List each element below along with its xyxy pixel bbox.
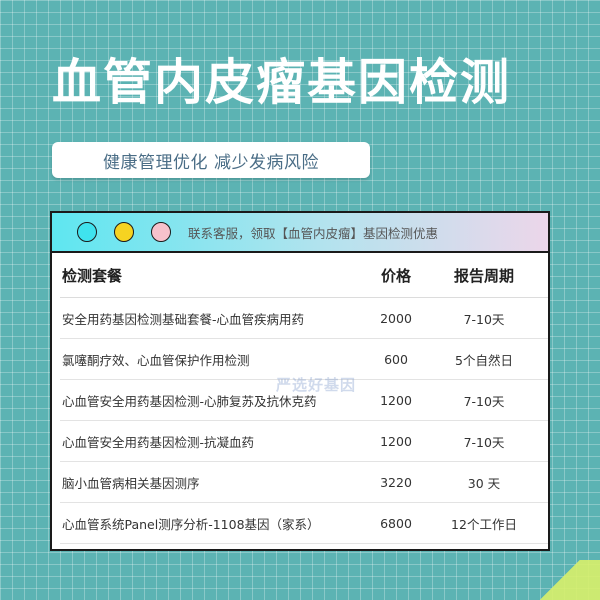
package-table: 检测套餐 价格 报告周期 安全用药基因检测基础套餐-心血管疾病用药 2000 7… xyxy=(60,253,548,544)
period-cell: 30 天 xyxy=(420,461,548,503)
table-row[interactable]: 心血管安全用药基因检测-抗凝血药 1200 7-10天 xyxy=(60,420,548,462)
price-cell: 6800 xyxy=(372,502,420,544)
page-title: 血管内皮瘤基因检测 xyxy=(52,54,512,111)
price-cell: 1200 xyxy=(372,379,420,421)
card-title-bar: 联系客服，领取【血管内皮瘤】基因检测优惠 xyxy=(52,213,548,253)
period-cell: 7-10天 xyxy=(420,420,548,462)
period-cell: 7-10天 xyxy=(420,297,548,339)
cyan-dot-icon xyxy=(77,222,97,242)
price-cell: 1200 xyxy=(372,420,420,462)
table-row[interactable]: 安全用药基因检测基础套餐-心血管疾病用药 2000 7-10天 xyxy=(60,297,548,339)
table-row[interactable]: 心血管系统Panel测序分析-1108基因（家系） 6800 12个工作日 xyxy=(60,502,548,544)
package-name-cell: 脑小血管病相关基因测序 xyxy=(60,461,372,503)
price-cell: 3220 xyxy=(372,461,420,503)
column-header-period: 报告周期 xyxy=(420,253,548,298)
table-header-row: 检测套餐 价格 报告周期 xyxy=(60,253,548,298)
package-name-cell: 心血管系统Panel测序分析-1108基因（家系） xyxy=(60,502,372,544)
period-cell: 5个自然日 xyxy=(420,338,548,380)
package-name-cell: 心血管安全用药基因检测-抗凝血药 xyxy=(60,420,372,462)
period-cell: 12个工作日 xyxy=(420,502,548,544)
package-name-cell: 心血管安全用药基因检测-心肺复苏及抗休克药 xyxy=(60,379,372,421)
price-cell: 600 xyxy=(372,338,420,380)
price-cell: 2000 xyxy=(372,297,420,339)
contact-service-text[interactable]: 联系客服，领取【血管内皮瘤】基因检测优惠 xyxy=(188,223,438,242)
subtitle-banner: 健康管理优化 减少发病风险 xyxy=(52,142,370,178)
table-row[interactable]: 脑小血管病相关基因测序 3220 30 天 xyxy=(60,461,548,503)
corner-decoration xyxy=(520,560,600,600)
pink-dot-icon xyxy=(151,222,171,242)
table-row[interactable]: 氯噻酮疗效、心血管保护作用检测 600 5个自然日 xyxy=(60,338,548,380)
package-card: 联系客服，领取【血管内皮瘤】基因检测优惠 检测套餐 价格 报告周期 安全用药基因… xyxy=(50,211,550,551)
column-header-price: 价格 xyxy=(372,253,420,298)
yellow-dot-icon xyxy=(114,222,134,242)
subtitle-text: 健康管理优化 减少发病风险 xyxy=(103,152,319,173)
period-cell: 7-10天 xyxy=(420,379,548,421)
package-name-cell: 氯噻酮疗效、心血管保护作用检测 xyxy=(60,338,372,380)
column-header-package: 检测套餐 xyxy=(60,253,372,298)
package-name-cell: 安全用药基因检测基础套餐-心血管疾病用药 xyxy=(60,297,372,339)
table-row[interactable]: 心血管安全用药基因检测-心肺复苏及抗休克药 1200 7-10天 xyxy=(60,379,548,421)
